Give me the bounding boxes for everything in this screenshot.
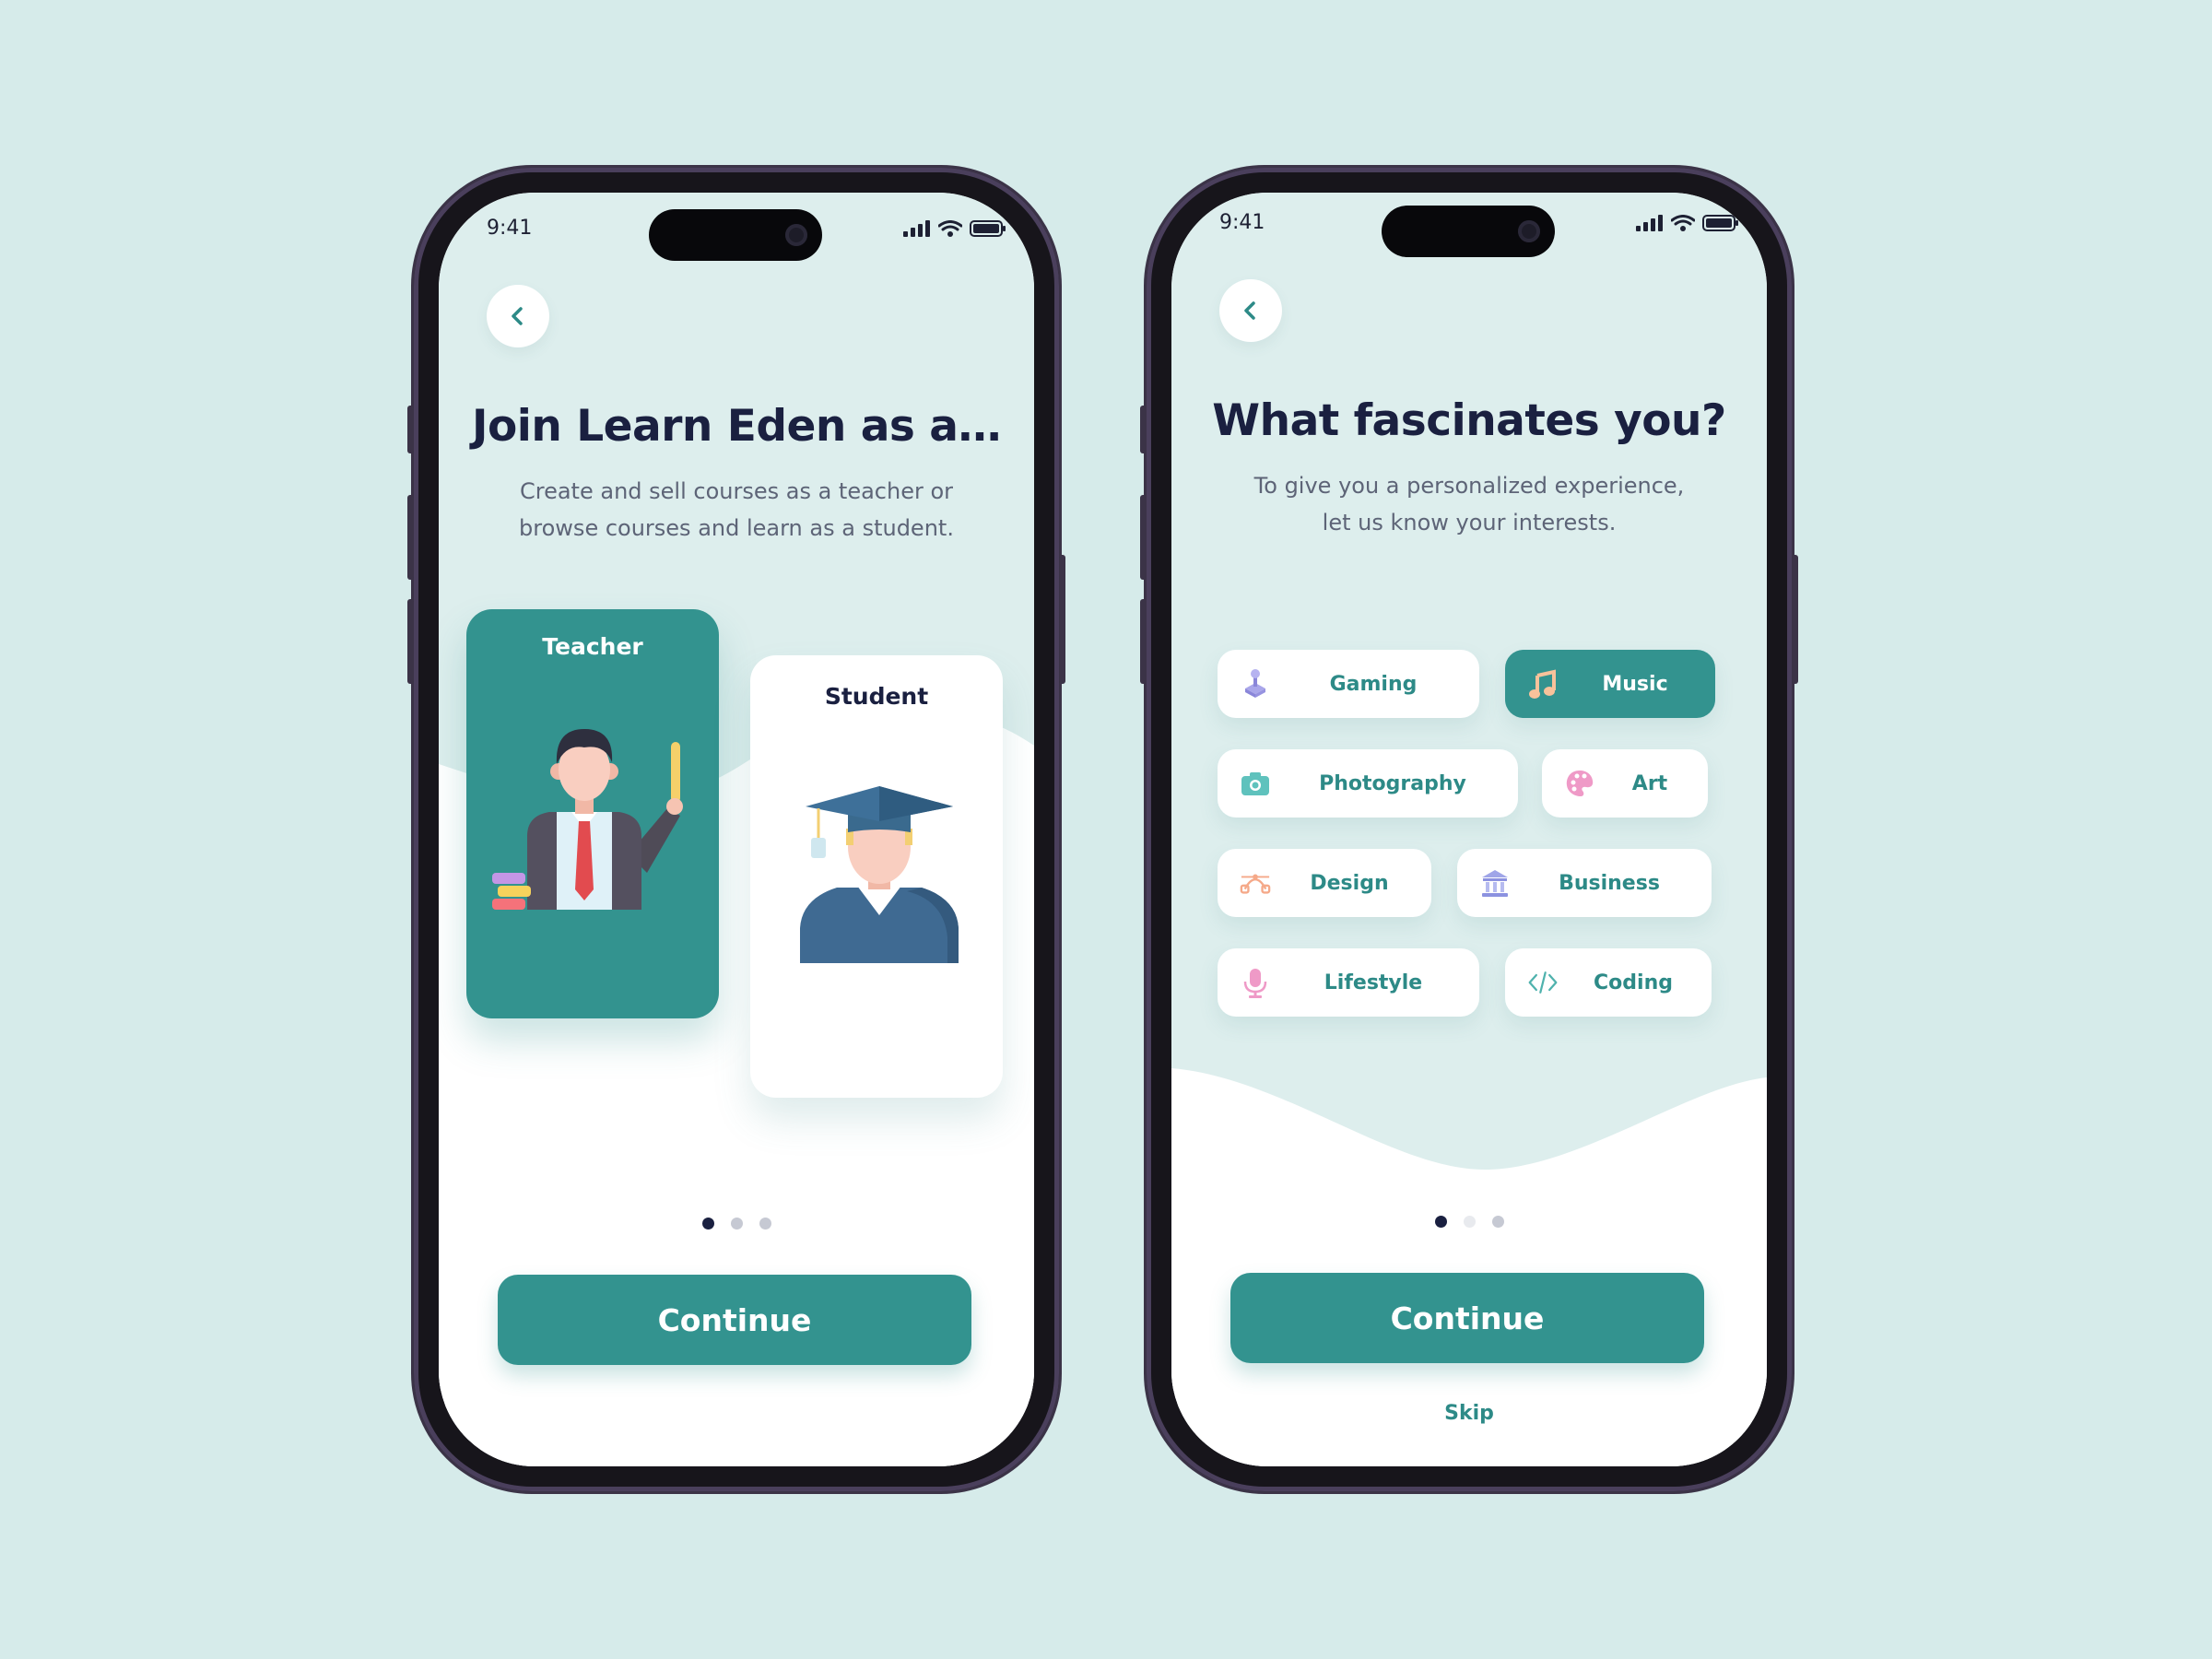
chip-label: Music bbox=[1602, 672, 1668, 696]
teacher-illustration-icon bbox=[492, 729, 683, 910]
interest-chip-photography[interactable]: Photography bbox=[1218, 749, 1518, 818]
role-card-label: Student bbox=[824, 683, 929, 710]
status-icons bbox=[903, 220, 1006, 237]
chip-label: Design bbox=[1310, 871, 1389, 895]
power-button bbox=[1792, 555, 1798, 684]
chip-label: Lifestyle bbox=[1324, 971, 1423, 994]
bank-icon bbox=[1479, 867, 1511, 899]
subtitle-line: let us know your interests. bbox=[1322, 510, 1617, 535]
pagination-dot[interactable] bbox=[759, 1218, 771, 1230]
page-title: What fascinates you? bbox=[1212, 395, 1726, 446]
volume-up-button bbox=[1140, 495, 1147, 580]
volume-down-button bbox=[407, 599, 414, 684]
back-button[interactable] bbox=[1219, 279, 1282, 342]
palette-icon bbox=[1564, 768, 1595, 799]
dynamic-island bbox=[649, 209, 822, 261]
pagination-dot[interactable] bbox=[1463, 1216, 1476, 1228]
chip-label: Art bbox=[1631, 771, 1668, 795]
volume-up-button bbox=[407, 495, 414, 580]
chevron-left-icon bbox=[512, 307, 523, 325]
graduate-student-illustration-icon bbox=[800, 786, 959, 963]
page-title: Join Learn Eden as a… bbox=[472, 401, 1001, 452]
page-subtitle: To give you a personalized experience, l… bbox=[1208, 467, 1730, 541]
phone-frame-role-selection: 9:41 Join Learn Eden as a… Create and se… bbox=[407, 168, 1065, 1491]
interest-chip-design[interactable]: Design bbox=[1218, 849, 1431, 917]
skip-link[interactable]: Skip bbox=[1171, 1402, 1767, 1425]
interest-chip-coding[interactable]: Coding bbox=[1505, 948, 1712, 1017]
chip-label: Business bbox=[1559, 871, 1660, 895]
status-time: 9:41 bbox=[1219, 211, 1265, 234]
subtitle-line: To give you a personalized experience, bbox=[1253, 473, 1685, 499]
mute-switch bbox=[407, 406, 414, 453]
interest-chip-lifestyle[interactable]: Lifestyle bbox=[1218, 948, 1479, 1017]
phone-frame-interests: 9:41 What fascinates you? To give you a … bbox=[1140, 168, 1798, 1491]
screen-interests: 9:41 What fascinates you? To give you a … bbox=[1171, 193, 1767, 1466]
screen-role-selection: 9:41 Join Learn Eden as a… Create and se… bbox=[439, 193, 1034, 1466]
signal-icon bbox=[1636, 215, 1663, 231]
bezier-curve-icon bbox=[1240, 867, 1271, 899]
camera-icon bbox=[1518, 220, 1540, 242]
chevron-left-icon bbox=[1244, 301, 1255, 320]
camera-icon bbox=[1240, 768, 1271, 799]
pagination-dot-active[interactable] bbox=[701, 1218, 714, 1230]
camera-icon bbox=[785, 224, 807, 246]
role-card-teacher[interactable]: Teacher bbox=[466, 609, 719, 1018]
joystick-icon bbox=[1240, 668, 1271, 700]
pagination-dots bbox=[1171, 1216, 1767, 1228]
interest-chip-art[interactable]: Art bbox=[1542, 749, 1708, 818]
role-card-label: Teacher bbox=[542, 633, 643, 660]
chip-label: Gaming bbox=[1329, 672, 1418, 696]
interest-chip-business[interactable]: Business bbox=[1457, 849, 1712, 917]
interest-chip-music[interactable]: Music bbox=[1505, 650, 1715, 718]
continue-button[interactable]: Continue bbox=[1230, 1273, 1704, 1363]
music-note-icon bbox=[1527, 668, 1559, 700]
chip-label: Coding bbox=[1594, 971, 1673, 994]
volume-down-button bbox=[1140, 599, 1147, 684]
subtitle-line: browse courses and learn as a student. bbox=[519, 515, 954, 541]
pagination-dot[interactable] bbox=[1491, 1216, 1504, 1228]
wifi-icon bbox=[938, 220, 962, 237]
wifi-icon bbox=[1671, 215, 1695, 231]
signal-icon bbox=[903, 220, 930, 237]
subtitle-line: Create and sell courses as a teacher or bbox=[519, 478, 954, 504]
power-button bbox=[1059, 555, 1065, 684]
pagination-dots bbox=[439, 1218, 1034, 1230]
battery-icon bbox=[970, 220, 1006, 237]
status-time: 9:41 bbox=[487, 217, 533, 240]
chip-label: Photography bbox=[1319, 771, 1466, 795]
dynamic-island bbox=[1382, 206, 1555, 257]
code-icon bbox=[1527, 967, 1559, 998]
back-button[interactable] bbox=[487, 285, 549, 347]
mute-switch bbox=[1140, 406, 1147, 453]
microphone-icon bbox=[1240, 967, 1271, 998]
role-card-student[interactable]: Student bbox=[750, 655, 1003, 1098]
page-subtitle: Create and sell courses as a teacher or … bbox=[476, 473, 997, 547]
status-icons bbox=[1636, 215, 1739, 231]
pagination-dot-active[interactable] bbox=[1434, 1216, 1447, 1228]
interest-chip-gaming[interactable]: Gaming bbox=[1218, 650, 1479, 718]
battery-icon bbox=[1702, 215, 1738, 231]
pagination-dot[interactable] bbox=[730, 1218, 743, 1230]
continue-button[interactable]: Continue bbox=[498, 1275, 971, 1365]
